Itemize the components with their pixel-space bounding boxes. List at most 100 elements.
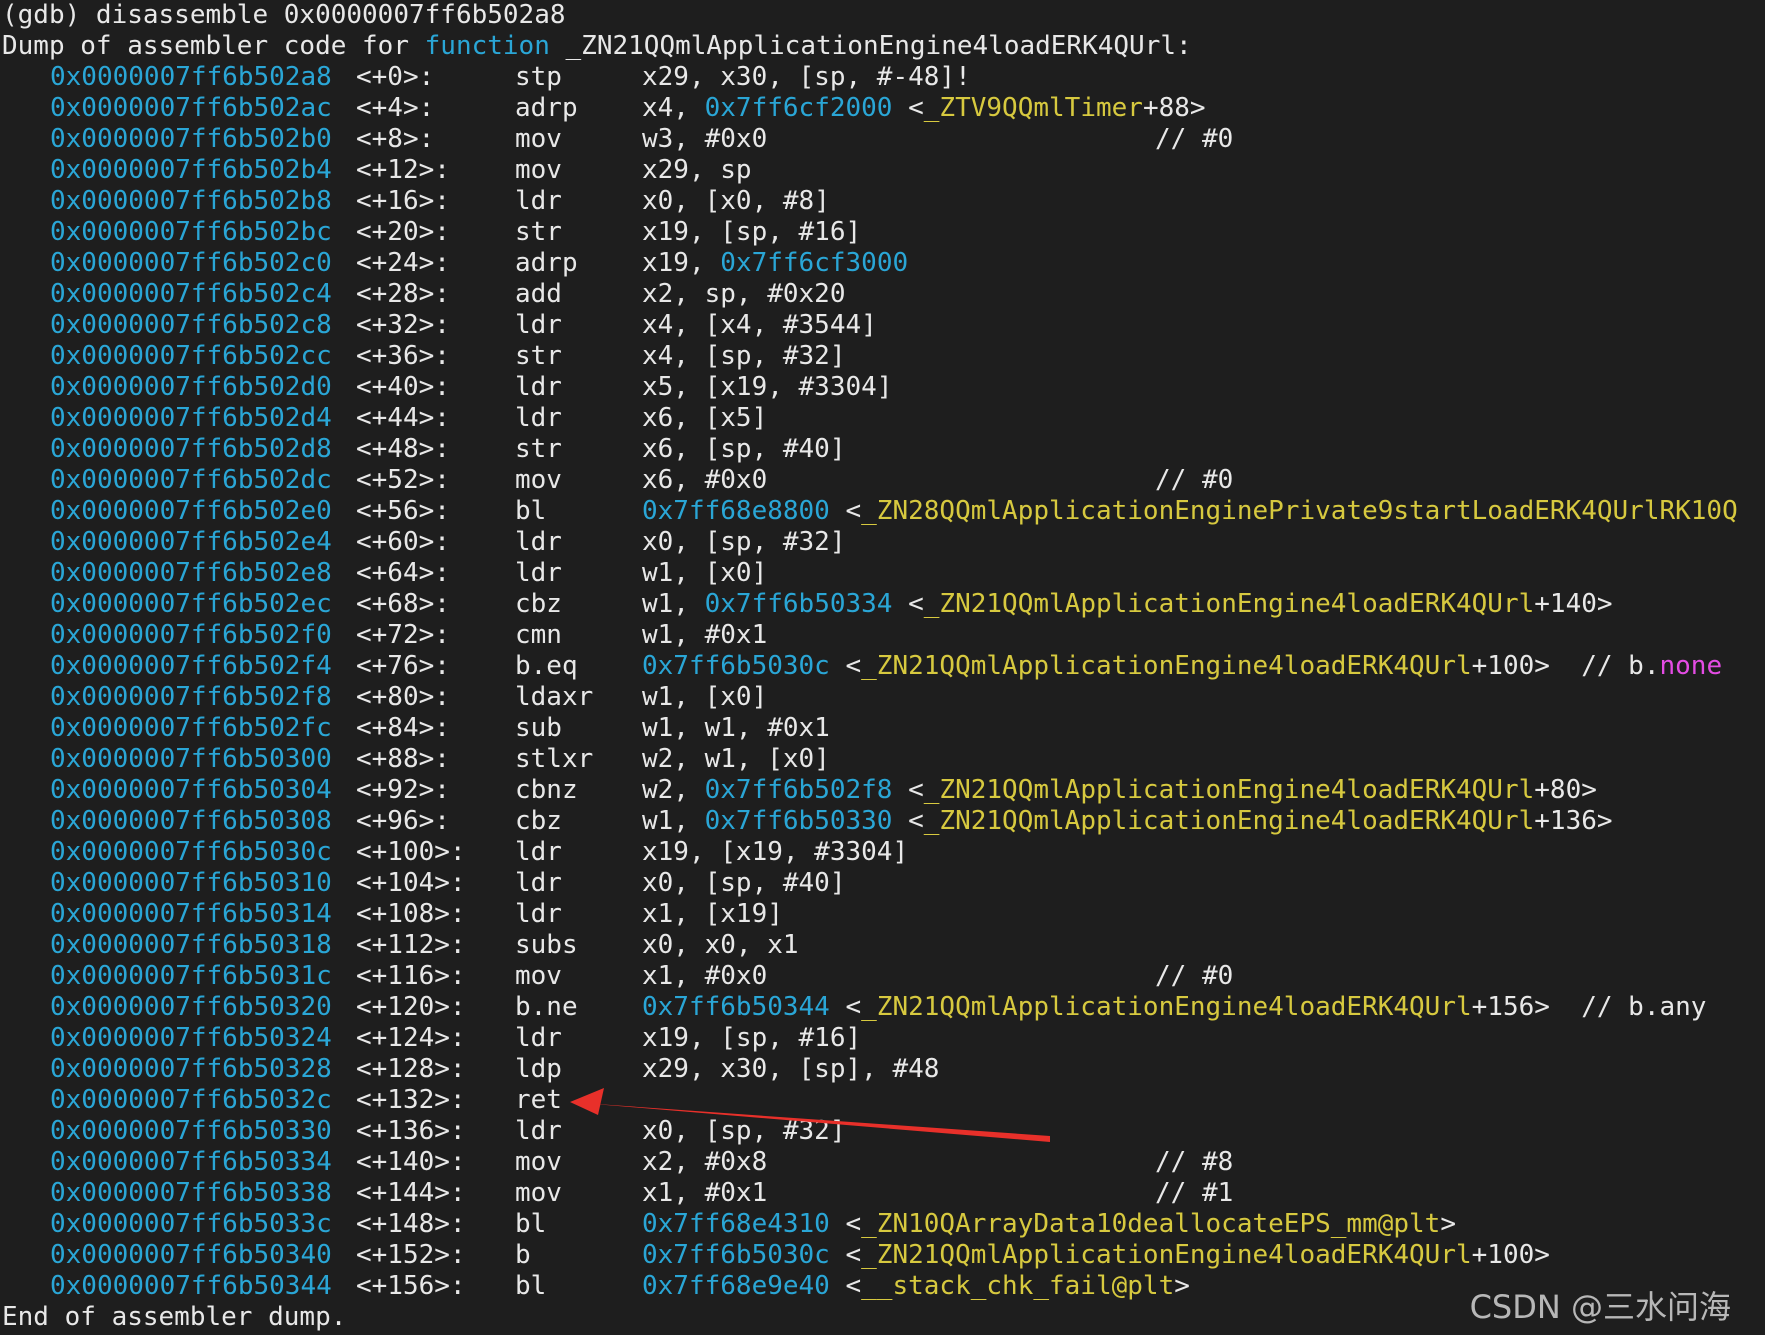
instruction-operands: x2, sp, #0x20	[642, 279, 846, 310]
operand-text: x1, [x19]	[642, 899, 783, 929]
instruction-address: 0x0000007ff6b5033c	[50, 1209, 332, 1239]
operand-text: w1, w1, #0x1	[642, 713, 830, 743]
condition-keyword: none	[1659, 651, 1723, 681]
asm-row: 0x0000007ff6b502e0 <+56>: bl 0x7ff68e8800 <…	[0, 496, 1765, 527]
asm-row: 0x0000007ff6b502bc <+20>: str x19, [sp, #16…	[0, 217, 1765, 248]
asm-row: 0x0000007ff6b502ac <+4>: adrp x4, 0x7ff6cf2…	[0, 93, 1765, 124]
gdb-terminal[interactable]: (gdb) disassemble 0x0000007ff6b502a8 Dum…	[0, 0, 1765, 1335]
instruction-mnemonic: bl	[515, 1209, 547, 1239]
instruction-comment: // #8	[1155, 1147, 1234, 1177]
instruction-offset: <+128>:	[356, 1054, 466, 1084]
instruction-operands: x4, [sp, #32]	[642, 341, 846, 372]
asm-row: 0x0000007ff6b502c4 <+28>: add x2, sp, #0x20	[0, 279, 1765, 310]
instruction-offset: <+152>:	[356, 1240, 466, 1270]
operand-text: w3, #0x0	[642, 124, 768, 154]
operand-text: +100> // b.	[1471, 651, 1660, 681]
instruction-address: 0x0000007ff6b50334	[50, 1147, 332, 1177]
operand-text: x6, #0x0	[642, 465, 768, 495]
instruction-mnemonic: subs	[515, 930, 578, 960]
instruction-address: 0x0000007ff6b5030c	[50, 837, 332, 867]
dump-header: Dump of assembler code for function _ZN2…	[0, 31, 1765, 62]
instruction-mnemonic: ldp	[515, 1054, 562, 1084]
instruction-comment: // #0	[1155, 465, 1234, 495]
gdb-command-line: (gdb) disassemble 0x0000007ff6b502a8	[2, 0, 566, 30]
asm-row: 0x0000007ff6b50324 <+124>: ldr x19, [sp, #1…	[0, 1023, 1765, 1054]
instruction-operands: 0x7ff6b5030c <_ZN21QQmlApplicationEngine…	[642, 651, 1722, 682]
instruction-mnemonic: ret	[515, 1085, 562, 1115]
asm-row: 0x0000007ff6b502c8 <+32>: ldr x4, [x4, #354…	[0, 310, 1765, 341]
instruction-mnemonic: cbnz	[515, 775, 578, 805]
instruction-address: 0x0000007ff6b502e0	[50, 496, 332, 526]
instruction-address: 0x0000007ff6b50314	[50, 899, 332, 929]
instruction-mnemonic: str	[515, 434, 562, 464]
operand-text: x4, [sp, #32]	[642, 341, 846, 371]
instruction-offset: <+124>:	[356, 1023, 466, 1053]
asm-row: 0x0000007ff6b50338 <+144>: mov x1, #0x1 // #…	[0, 1178, 1765, 1209]
instruction-operands: 0x7ff68e8800 <_ZN28QQmlApplicationEngine…	[642, 496, 1738, 527]
instruction-address: 0x0000007ff6b502f4	[50, 651, 332, 681]
asm-row: 0x0000007ff6b502fc <+84>: sub w1, w1, #0x1	[0, 713, 1765, 744]
operand-text: x6, [sp, #40]	[642, 434, 846, 464]
instruction-offset: <+92>:	[356, 775, 450, 805]
instruction-mnemonic: str	[515, 341, 562, 371]
instruction-mnemonic: ldr	[515, 868, 562, 898]
operand-text: +88>	[1142, 93, 1206, 123]
instruction-address: 0x0000007ff6b50344	[50, 1271, 332, 1301]
instruction-operands: x6, [x5]	[642, 403, 767, 434]
instruction-address: 0x0000007ff6b502ac	[50, 93, 332, 123]
instruction-address: 0x0000007ff6b502d8	[50, 434, 332, 464]
instruction-offset: <+104>:	[356, 868, 466, 898]
asm-row: 0x0000007ff6b502d8 <+48>: str x6, [sp, #40]	[0, 434, 1765, 465]
instruction-offset: <+48>:	[356, 434, 450, 464]
instruction-offset: <+20>:	[356, 217, 450, 247]
instruction-mnemonic: mov	[515, 1147, 562, 1177]
symbol-name: _ZN21QQmlApplicationEngine4loadERK4QUrl	[923, 775, 1535, 805]
instruction-mnemonic: stp	[515, 62, 562, 92]
instruction-operands: 0x7ff6b50344 <_ZN21QQmlApplicationEngine…	[642, 992, 1706, 1023]
operand-text: x6, [x5]	[642, 403, 768, 433]
instruction-address: 0x0000007ff6b502c8	[50, 310, 332, 340]
instruction-offset: <+116>:	[356, 961, 466, 991]
instruction-offset: <+76>:	[356, 651, 450, 681]
asm-row: 0x0000007ff6b50308 <+96>: cbz w1, 0x7ff6b50…	[0, 806, 1765, 837]
instruction-mnemonic: b.ne	[515, 992, 578, 1022]
instruction-address: 0x0000007ff6b502ec	[50, 589, 332, 619]
asm-row: 0x0000007ff6b50304 <+92>: cbnz w2, 0x7ff6b5…	[0, 775, 1765, 806]
target-address: 0x7ff6b50330	[704, 806, 893, 836]
instruction-mnemonic: sub	[515, 713, 562, 743]
instruction-mnemonic: stlxr	[515, 744, 594, 774]
operand-text: w1, [x0]	[642, 682, 768, 712]
asm-row: 0x0000007ff6b502b4 <+12>: mov x29, sp	[0, 155, 1765, 186]
instruction-operands: w1, 0x7ff6b50334 <_ZN21QQmlApplicationEn…	[642, 589, 1613, 620]
instruction-operands: x29, x30, [sp, #-48]!	[642, 62, 971, 93]
instruction-offset: <+140>:	[356, 1147, 466, 1177]
symbol-name: _ZN10QArrayData10deallocateEPS_mm@plt	[861, 1209, 1441, 1239]
instruction-offset: <+144>:	[356, 1178, 466, 1208]
operand-text: x4, [x4, #3544]	[642, 310, 877, 340]
operand-text: x19, [sp, #16]	[642, 217, 862, 247]
operand-text: x29, sp	[642, 155, 752, 185]
instruction-mnemonic: add	[515, 279, 562, 309]
operand-text: x0, [x0, #8]	[642, 186, 830, 216]
asm-row: 0x0000007ff6b502d0 <+40>: ldr x5, [x19, #33…	[0, 372, 1765, 403]
instruction-mnemonic: ldr	[515, 372, 562, 402]
instruction-address: 0x0000007ff6b50320	[50, 992, 332, 1022]
symbol-name: _ZN28QQmlApplicationEnginePrivate9startL…	[861, 496, 1738, 526]
operand-text: >	[1174, 1271, 1190, 1301]
instruction-offset: <+120>:	[356, 992, 466, 1022]
asm-row: 0x0000007ff6b502c0 <+24>: adrp x19, 0x7ff6c…	[0, 248, 1765, 279]
csdn-watermark: CSDN @三水问海	[1469, 1288, 1731, 1326]
instruction-offset: <+64>:	[356, 558, 450, 588]
operand-text: <	[829, 651, 862, 681]
target-address: 0x7ff6cf2000	[704, 93, 893, 123]
instruction-mnemonic: ldr	[515, 837, 562, 867]
instruction-offset: <+52>:	[356, 465, 450, 495]
function-keyword: function	[424, 31, 550, 61]
instruction-mnemonic: mov	[515, 465, 562, 495]
instruction-address: 0x0000007ff6b50324	[50, 1023, 332, 1053]
instruction-address: 0x0000007ff6b50310	[50, 868, 332, 898]
instruction-mnemonic: bl	[515, 496, 547, 526]
instruction-operands: w1, [x0]	[642, 558, 767, 589]
asm-row: 0x0000007ff6b502d4 <+44>: ldr x6, [x5]	[0, 403, 1765, 434]
operand-text: <	[892, 806, 924, 836]
